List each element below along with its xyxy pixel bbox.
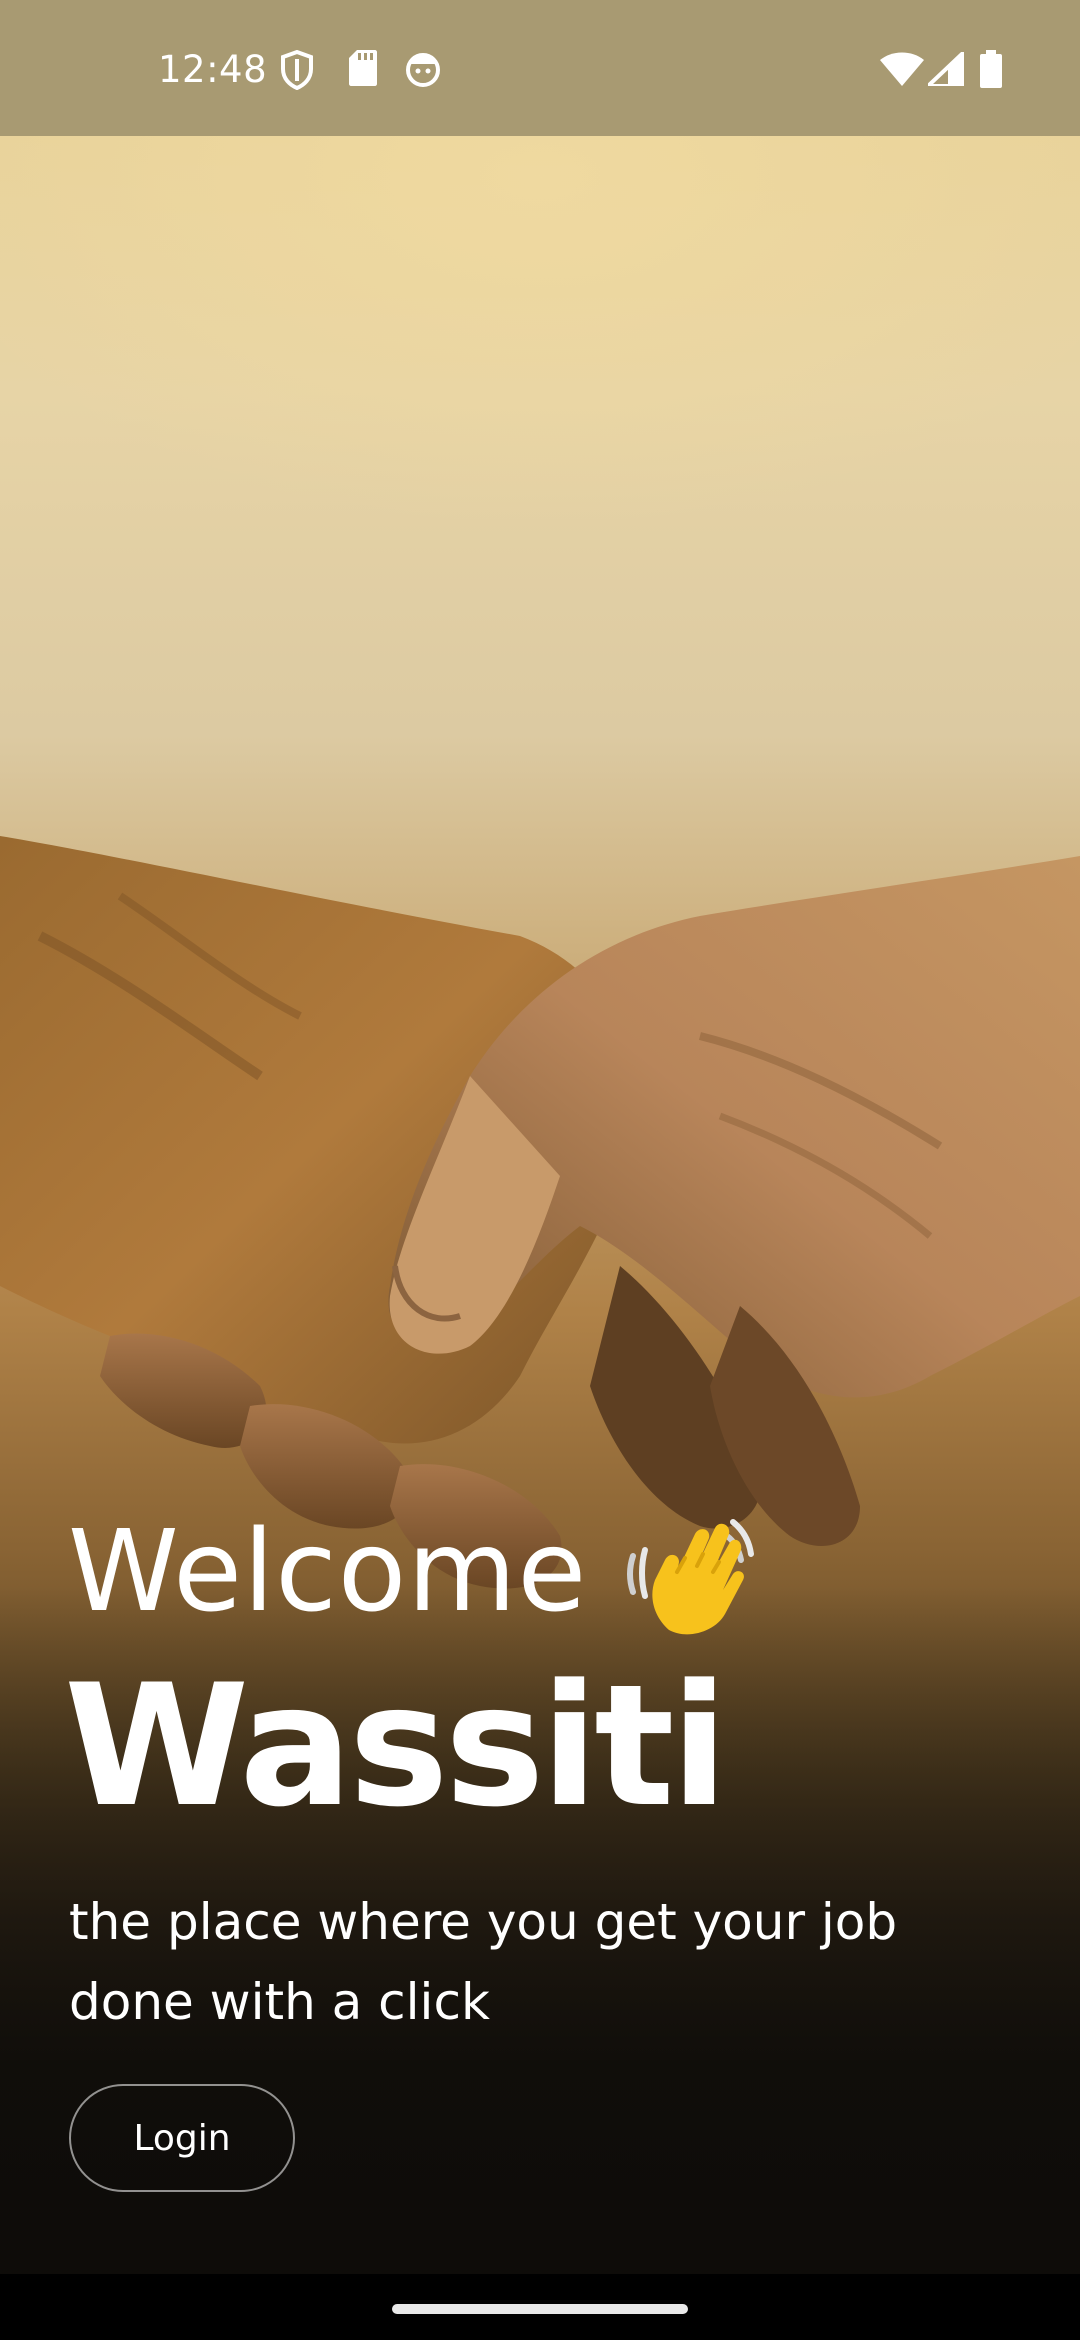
shield-icon <box>281 50 313 90</box>
brand-logo-text: Wassiti <box>64 1648 728 1844</box>
navigation-bar <box>0 2274 1080 2340</box>
sd-card-icon <box>349 50 377 86</box>
status-time: 12:48 <box>158 48 268 91</box>
face-icon <box>406 53 440 87</box>
status-bar: 12:48 <box>0 0 1080 136</box>
home-gesture-handle[interactable] <box>392 2304 688 2314</box>
welcome-text: Welcome <box>68 1507 588 1637</box>
waving-hand-icon <box>627 1519 755 1635</box>
signal-icon <box>928 52 964 86</box>
login-button[interactable]: Login <box>69 2084 295 2192</box>
tagline: the place where you get your job done wi… <box>69 1893 898 2031</box>
wifi-icon <box>880 52 924 86</box>
welcome-screen: 12:48 Welcome Wassiti the place where yo… <box>0 0 1080 2340</box>
battery-icon <box>980 50 1002 88</box>
welcome-heading: Welcome <box>68 1502 755 1642</box>
